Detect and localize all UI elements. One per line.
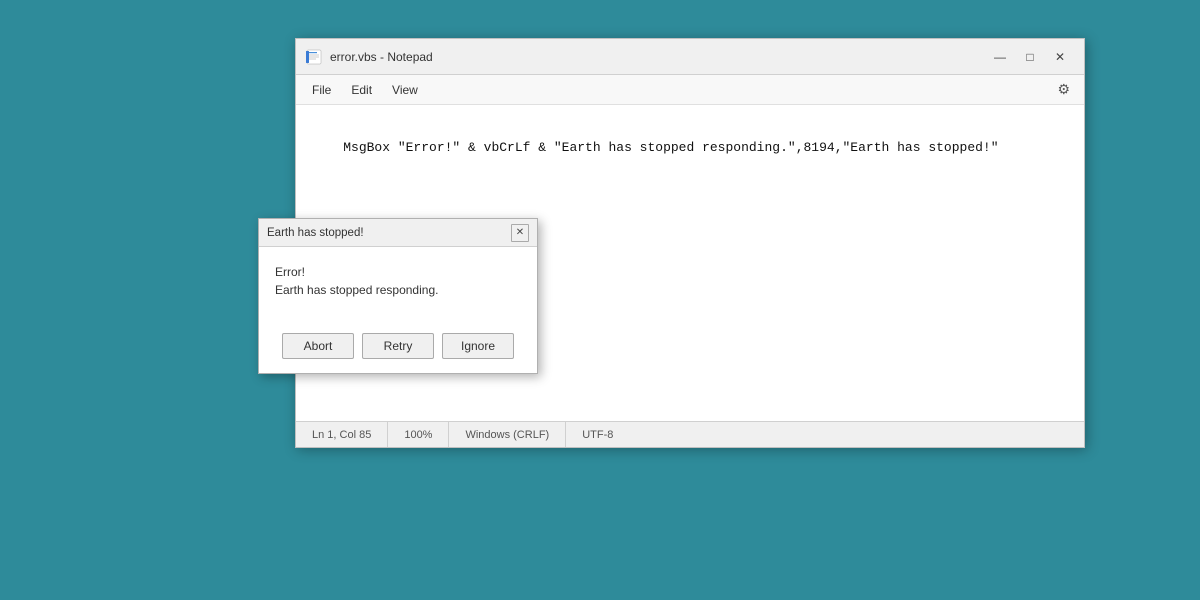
settings-icon[interactable]: ⚙ [1051,79,1076,100]
status-encoding: UTF-8 [566,422,629,447]
abort-button[interactable]: Abort [282,333,354,359]
titlebar-buttons: — □ ✕ [986,46,1074,68]
status-zoom: 100% [388,422,449,447]
editor-content: MsgBox "Error!" & vbCrLf & "Earth has st… [343,140,998,155]
menu-view[interactable]: View [384,81,426,99]
menu-items: File Edit View [304,81,426,99]
notepad-titlebar: error.vbs - Notepad — □ ✕ [296,39,1084,75]
dialog-close-button[interactable]: ✕ [511,224,529,242]
dialog-message-line2: Earth has stopped responding. [275,281,521,299]
status-line-ending: Windows (CRLF) [449,422,566,447]
menu-edit[interactable]: Edit [343,81,380,99]
dialog-buttons: Abort Retry Ignore [259,325,537,373]
dialog-titlebar: Earth has stopped! ✕ [259,219,537,247]
notepad-menubar: File Edit View ⚙ [296,75,1084,105]
notepad-app-icon [306,49,322,65]
close-button[interactable]: ✕ [1046,46,1074,68]
ignore-button[interactable]: Ignore [442,333,514,359]
notepad-statusbar: Ln 1, Col 85 100% Windows (CRLF) UTF-8 [296,421,1084,447]
titlebar-left: error.vbs - Notepad [306,49,433,65]
dialog-content: Error! Earth has stopped responding. [259,247,537,325]
status-position: Ln 1, Col 85 [296,422,388,447]
maximize-button[interactable]: □ [1016,46,1044,68]
minimize-button[interactable]: — [986,46,1014,68]
window-title: error.vbs - Notepad [330,50,433,64]
dialog-message-line1: Error! [275,263,521,281]
dialog-box: Earth has stopped! ✕ Error! Earth has st… [258,218,538,374]
dialog-message: Error! Earth has stopped responding. [275,263,521,299]
menu-file[interactable]: File [304,81,339,99]
retry-button[interactable]: Retry [362,333,434,359]
dialog-title: Earth has stopped! [267,227,364,239]
